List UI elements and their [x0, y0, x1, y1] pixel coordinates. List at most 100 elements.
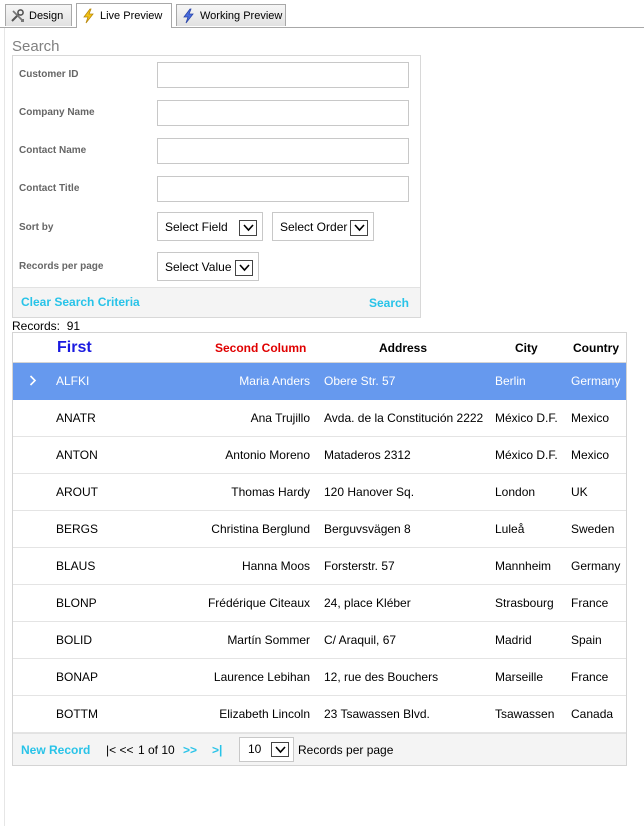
cell-id: BLAUS	[56, 559, 96, 573]
cell-name: Ana Trujillo	[250, 411, 310, 425]
records-label: Records:	[12, 319, 61, 333]
cell-address: C/ Araquil, 67	[324, 633, 397, 647]
sort-order-select[interactable]: Select Order	[272, 212, 374, 241]
cell-country: Canada	[571, 707, 614, 721]
tab-label: Live Preview	[100, 10, 163, 22]
chevron-down-icon	[239, 220, 257, 236]
cell-name: Frédérique Citeaux	[207, 596, 310, 610]
lightning-icon	[181, 8, 197, 24]
tab-working-preview[interactable]: Working Preview	[176, 4, 286, 26]
cell-address: Avda. de la Constitución 2222	[324, 411, 484, 425]
search-link[interactable]: Search	[369, 296, 409, 310]
new-record-link[interactable]: New Record	[21, 743, 90, 757]
cell-id: BLONP	[56, 596, 97, 610]
cell-country: Mexico	[571, 448, 610, 462]
last-page-button[interactable]: >|	[212, 743, 222, 757]
panel-border	[4, 28, 5, 826]
cell-country: Germany	[571, 559, 621, 573]
clear-search-link[interactable]: Clear Search Criteria	[21, 295, 140, 309]
records-per-page-value: Select Value	[165, 259, 232, 274]
cell-id: ANATR	[56, 411, 96, 425]
sort-by-label: Sort by	[19, 222, 54, 233]
cell-address: Berguvsvägen 8	[324, 522, 411, 536]
sort-field-select[interactable]: Select Field	[157, 212, 263, 241]
first-prev-page-buttons[interactable]: |< <<	[106, 743, 133, 757]
cell-name: Christina Berglund	[211, 522, 310, 536]
cell-country: Sweden	[571, 522, 615, 536]
table-row[interactable]: ANATR Ana Trujillo Avda. de la Constituc…	[13, 400, 626, 437]
cell-id: ALFKI	[56, 374, 90, 388]
cell-name: Martín Sommer	[227, 633, 310, 647]
contact-title-input[interactable]	[157, 176, 409, 202]
tab-live-preview[interactable]: Live Preview	[76, 3, 172, 28]
search-footer: Clear Search Criteria Search	[13, 287, 420, 317]
table-row[interactable]: BLAUS Hanna Moos Forsterstr. 57 Mannheim…	[13, 548, 626, 585]
company-name-label: Company Name	[19, 107, 95, 118]
cell-city: London	[495, 485, 536, 499]
header-address[interactable]: Address	[379, 333, 427, 363]
header-country[interactable]: Country	[573, 333, 619, 363]
header-city[interactable]: City	[515, 333, 538, 363]
lightning-icon	[81, 8, 97, 24]
cell-city: México D.F.	[495, 448, 558, 462]
cell-name: Antonio Moreno	[225, 448, 310, 462]
per-page-select[interactable]: 10	[239, 737, 294, 762]
grid-header: First Second Column Address City Country	[13, 333, 626, 363]
contact-name-label: Contact Name	[19, 145, 87, 156]
cell-country: Spain	[571, 633, 602, 647]
table-row[interactable]: ANTON Antonio Moreno Mataderos 2312 Méxi…	[13, 437, 626, 474]
cell-city: Tsawassen	[495, 707, 555, 721]
cell-address: 23 Tsawassen Blvd.	[324, 707, 430, 721]
cell-city: Marseille	[495, 670, 544, 684]
cell-country: France	[571, 670, 609, 684]
contact-title-label: Contact Title	[19, 183, 80, 194]
page-info: 1 of 10	[138, 743, 175, 757]
table-row[interactable]: BOLID Martín Sommer C/ Araquil, 67 Madri…	[13, 622, 626, 659]
tools-icon	[10, 8, 26, 24]
cell-country: Germany	[571, 374, 621, 388]
table-row[interactable]: BOTTM Elizabeth Lincoln 23 Tsawassen Blv…	[13, 696, 626, 733]
tab-label: Design	[29, 9, 64, 22]
company-name-input[interactable]	[157, 100, 409, 126]
table-row[interactable]: ALFKI Maria Anders Obere Str. 57 Berlin …	[13, 363, 626, 400]
cell-country: France	[571, 596, 609, 610]
cell-city: México D.F.	[495, 411, 558, 425]
cell-city: Madrid	[495, 633, 532, 647]
chevron-down-icon	[271, 742, 289, 757]
table-row[interactable]: AROUT Thomas Hardy 120 Hanover Sq. Londo…	[13, 474, 626, 511]
cell-address: Mataderos 2312	[324, 448, 411, 462]
table-row[interactable]: BERGS Christina Berglund Berguvsvägen 8 …	[13, 511, 626, 548]
chevron-down-icon	[235, 260, 253, 276]
cell-address: 120 Hanover Sq.	[324, 485, 415, 499]
tab-design[interactable]: Design	[5, 4, 72, 26]
cell-id: BOLID	[56, 633, 93, 647]
per-page-value: 10	[248, 742, 262, 756]
cell-id: BERGS	[56, 522, 99, 536]
contact-name-input[interactable]	[157, 138, 409, 164]
cell-city: Luleå	[495, 522, 525, 536]
chevron-down-icon	[350, 220, 368, 236]
cell-address: Forsterstr. 57	[324, 559, 395, 573]
cell-address: 24, place Kléber	[324, 596, 411, 610]
sort-order-value: Select Order	[280, 219, 348, 234]
cell-name: Laurence Lebihan	[213, 670, 310, 684]
cell-country: UK	[571, 485, 588, 499]
tab-bar: Design Live Preview Working Preview	[0, 0, 644, 28]
next-page-button[interactable]: >>	[183, 743, 197, 757]
cell-id: BOTTM	[56, 707, 98, 721]
cell-city: Strasbourg	[495, 596, 554, 610]
customer-id-input[interactable]	[157, 62, 409, 88]
header-first[interactable]: First	[57, 333, 92, 363]
cell-address: Obere Str. 57	[324, 374, 396, 388]
cell-name: Elizabeth Lincoln	[219, 707, 310, 721]
table-row[interactable]: BLONP Frédérique Citeaux 24, place Klébe…	[13, 585, 626, 622]
records-count: Records: 91	[12, 319, 80, 333]
cell-city: Berlin	[495, 374, 526, 388]
cell-name: Thomas Hardy	[231, 485, 310, 499]
cell-id: ANTON	[56, 448, 98, 462]
header-second-column[interactable]: Second Column	[215, 333, 306, 363]
chevron-right-icon	[29, 375, 37, 389]
cell-country: Mexico	[571, 411, 610, 425]
table-row[interactable]: BONAP Laurence Lebihan 12, rue des Bouch…	[13, 659, 626, 696]
records-per-page-select[interactable]: Select Value	[157, 252, 259, 281]
